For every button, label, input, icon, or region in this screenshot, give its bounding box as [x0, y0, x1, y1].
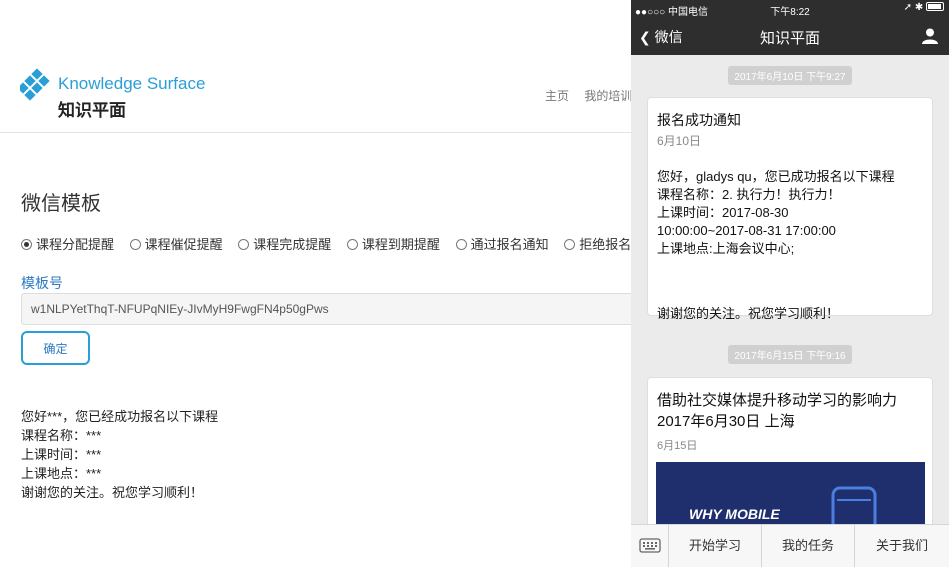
message-card-article[interactable]: 借助社交媒体提升移动学习的影响力 2017年6月30日 上海 6月15日 WHY… [647, 377, 933, 548]
card-body: 您好，gladys qu，您已成功报名以下课程 课程名称：2. 执行力！执行力！… [657, 168, 923, 258]
radio-course-complete[interactable]: 课程完成提醒 [238, 234, 331, 253]
radio-label: 拒绝报名通 [579, 237, 631, 252]
preview-line: 上课地点：*** [21, 466, 102, 481]
radio-unchecked-icon [238, 239, 250, 250]
keyboard-toggle-button[interactable] [631, 525, 669, 567]
timestamp-text: 2017年6月15日 下午9:16 [728, 345, 852, 364]
page-title: 微信模板 [21, 193, 101, 215]
radio-course-urge[interactable]: 课程催促提醒 [129, 234, 223, 253]
menu-start-learning[interactable]: 开始学习 [669, 525, 762, 567]
preview-line: 上课时间：*** [21, 447, 102, 462]
card-line: 上课地点:上海会议中心; [657, 241, 795, 256]
header-divider [0, 132, 631, 133]
wechat-nav-bar: ❮ 微信 知识平面 [631, 18, 949, 55]
cover-text: WHY MOBILE [689, 506, 780, 522]
radio-checked-icon [21, 239, 32, 250]
radio-course-assign[interactable]: 课程分配提醒 [21, 234, 114, 253]
preview-line: 课程名称：*** [21, 428, 102, 443]
card-line: 上课时间：2017-08-30 [657, 205, 789, 220]
template-id-label: 模板号 [21, 275, 63, 291]
radio-unchecked-icon [564, 239, 576, 250]
menu-about-us[interactable]: 关于我们 [855, 525, 949, 567]
user-profile-icon[interactable] [921, 27, 939, 45]
location-icon: ➚ [903, 2, 913, 13]
menu-my-tasks[interactable]: 我的任务 [762, 525, 855, 567]
nav-my-training-link[interactable]: 我的培训 [584, 89, 631, 103]
status-bar: ●●○○○ 中国电信 下午8:22 ➚ ✱ [631, 0, 949, 18]
logo-text-en: Knowledge Surface [58, 74, 206, 93]
article-title-line: 2017年6月30日 上海 [657, 413, 795, 430]
phone-wechat-view: ●●○○○ 中国电信 下午8:22 ➚ ✱ ❮ 微信 知识平面 2017年6月1… [631, 0, 949, 567]
battery-icon [926, 2, 944, 11]
diamond-grid-logo-icon [20, 68, 50, 101]
bluetooth-icon: ✱ [914, 2, 924, 13]
radio-enroll-approved[interactable]: 通过报名通知 [455, 234, 549, 253]
preview-line: 谢谢您的关注。祝您学习顺利！ [21, 485, 204, 500]
card-line: 课程名称：2. 执行力！执行力！ [657, 187, 841, 202]
keyboard-icon [639, 538, 661, 553]
article-title: 借助社交媒体提升移动学习的影响力 2017年6月30日 上海 [657, 390, 923, 432]
logo[interactable]: Knowledge Surface 知识平面 [20, 68, 240, 120]
radio-label: 课程完成提醒 [253, 237, 332, 252]
radio-label: 课程到期提醒 [361, 237, 440, 252]
radio-unchecked-icon [346, 239, 358, 250]
status-time: 下午8:22 [770, 7, 810, 18]
web-admin-page: Knowledge Surface 知识平面 主页 我的培训 微信模板 课程分配… [0, 0, 631, 567]
message-timestamp: 2017年6月15日 下午9:16 [631, 345, 949, 364]
radio-course-expire[interactable]: 课程到期提醒 [346, 234, 440, 253]
top-nav: 主页 我的培训 [545, 87, 631, 104]
article-date: 6月15日 [657, 440, 698, 452]
preview-line: 您好***，您已经成功报名以下课程 [21, 409, 219, 424]
timestamp-text: 2017年6月10日 下午9:27 [728, 66, 852, 85]
bottom-menu-bar: 开始学习 我的任务 关于我们 [631, 524, 949, 567]
card-title: 报名成功通知 [657, 112, 741, 128]
message-timestamp: 2017年6月10日 下午9:27 [631, 66, 949, 85]
message-card-enroll-success[interactable]: 报名成功通知 6月10日 您好，gladys qu，您已成功报名以下课程 课程名… [647, 97, 933, 321]
template-preview: 您好***，您已经成功报名以下课程 课程名称：*** 上课时间：*** 上课地点… [21, 407, 218, 502]
chat-title: 知识平面 [759, 30, 820, 47]
radio-unchecked-icon [129, 239, 141, 250]
radio-unchecked-icon [455, 239, 467, 250]
confirm-button[interactable]: 确定 [21, 331, 90, 365]
radio-enroll-rejected[interactable]: 拒绝报名通 [564, 234, 631, 253]
radio-label: 课程分配提醒 [36, 237, 115, 252]
card-footer: 谢谢您的关注。祝您学习顺利！ [657, 306, 840, 321]
article-title-line: 借助社交媒体提升移动学习的影响力 [657, 392, 898, 409]
status-icons: ➚ ✱ [904, 2, 944, 13]
template-id-input[interactable] [21, 293, 631, 325]
card-line: 10:00:00~2017-08-31 17:00:00 [657, 223, 836, 238]
logo-text-cn: 知识平面 [58, 101, 126, 120]
radio-label: 课程催促提醒 [144, 237, 223, 252]
radio-label: 通过报名通知 [470, 237, 549, 252]
card-date: 6月10日 [657, 134, 702, 148]
nav-home-link[interactable]: 主页 [545, 89, 569, 103]
template-type-radio-group: 课程分配提醒 课程催促提醒 课程完成提醒 课程到期提醒 通过报名通知 拒绝报名通 [21, 234, 631, 253]
card-line: 您好，gladys qu，您已成功报名以下课程 [657, 169, 895, 184]
